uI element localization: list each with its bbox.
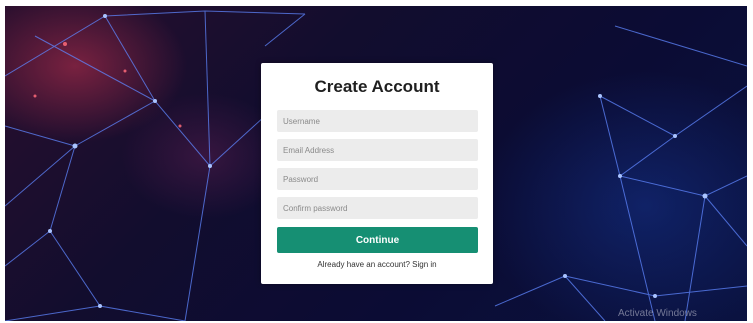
signin-prompt-row: Already have an account? Sign in	[261, 260, 493, 269]
create-account-card: Create Account Continue Already have an …	[261, 63, 493, 284]
email-input[interactable]	[277, 139, 478, 161]
form-title: Create Account	[314, 77, 440, 96]
continue-button[interactable]: Continue	[277, 227, 478, 253]
confirm-password-input[interactable]	[277, 197, 478, 219]
signin-link[interactable]: Sign in	[412, 260, 436, 269]
password-input[interactable]	[277, 168, 478, 190]
signup-screen: Create Account Continue Already have an …	[0, 0, 753, 323]
username-input[interactable]	[277, 110, 478, 132]
signin-prompt-text: Already have an account?	[317, 260, 410, 269]
activate-windows-watermark: Activate Windows	[618, 308, 697, 319]
